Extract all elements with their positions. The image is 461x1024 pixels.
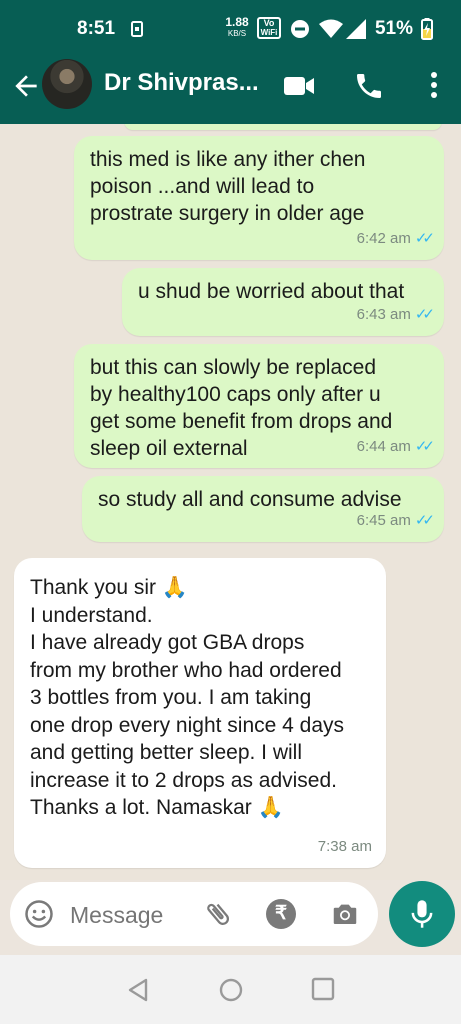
message-time: 6:43 am — [356, 306, 411, 323]
message-time: 6:42 am — [356, 230, 411, 247]
message-time: 6:44 am — [356, 438, 411, 455]
message-bubble[interactable]: this med is like any ither chen poison .… — [74, 136, 444, 260]
message-bubble[interactable]: but this can slowly be replaced by healt… — [74, 344, 444, 468]
back-arrow-icon[interactable] — [10, 70, 42, 102]
message-bubble[interactable]: so study all and consume advise 6:45 am ✓… — [82, 476, 444, 542]
vowifi-icon: Vo WiFi — [257, 17, 281, 39]
message-meta: 6:44 am ✓✓ — [356, 433, 435, 460]
mic-button[interactable] — [389, 881, 455, 947]
message-meta: 7:38 am — [318, 833, 372, 860]
message-meta: 6:45 am ✓✓ — [356, 507, 435, 534]
net-speed-value: 1.88 — [225, 15, 249, 29]
message-text: this med is like any ither chen poison .… — [90, 148, 366, 225]
message-meta: 6:43 am ✓✓ — [356, 301, 435, 328]
dnd-icon — [291, 20, 309, 38]
battery-charging-icon — [421, 18, 433, 40]
message-text: Thank you sir 🙏 I understand. I have alr… — [30, 576, 345, 819]
nav-home-icon[interactable] — [218, 977, 244, 1003]
nav-back-icon[interactable] — [126, 977, 150, 1003]
signal-icon — [346, 19, 366, 39]
read-ticks-icon: ✓✓ — [414, 230, 435, 247]
nav-recents-icon[interactable] — [311, 977, 335, 1001]
message-meta: 6:42 am ✓✓ — [356, 225, 435, 252]
more-vert-icon[interactable] — [418, 70, 450, 102]
camera-icon[interactable] — [329, 899, 361, 929]
screen-record-icon — [131, 21, 143, 37]
read-ticks-icon: ✓✓ — [414, 512, 435, 529]
read-ticks-icon: ✓✓ — [414, 438, 435, 455]
message-bubble-partial — [124, 124, 442, 130]
message-time: 6:45 am — [356, 512, 411, 529]
message-bubble[interactable]: u shud be worried about that 6:43 am ✓✓ — [122, 268, 444, 336]
attach-icon[interactable] — [203, 899, 233, 929]
emoji-icon[interactable] — [24, 899, 54, 929]
message-composer[interactable]: ₹ — [10, 882, 378, 946]
mic-icon — [411, 900, 433, 928]
chat-header: Dr Shivpras... — [0, 56, 461, 124]
net-speed: 1.88 KB/S — [224, 15, 250, 39]
system-nav-bar — [0, 955, 461, 1024]
contact-name[interactable]: Dr Shivpras... — [104, 69, 259, 97]
video-call-icon[interactable] — [283, 70, 315, 102]
read-ticks-icon: ✓✓ — [414, 306, 435, 323]
status-time: 8:51 — [77, 18, 116, 39]
message-bubble-incoming[interactable]: Thank you sir 🙏 I understand. I have alr… — [14, 558, 386, 868]
rupee-payment-icon[interactable]: ₹ — [266, 899, 296, 929]
net-speed-unit: KB/S — [227, 29, 247, 38]
avatar[interactable] — [42, 59, 92, 109]
message-time: 7:38 am — [317, 838, 372, 855]
wifi-icon — [319, 19, 343, 38]
status-bar: 8:51 1.88 KB/S Vo WiFi 51% — [0, 0, 461, 56]
battery-percent: 51% — [374, 18, 413, 39]
chat-area[interactable]: this med is like any ither chen poison .… — [0, 124, 461, 880]
phone-icon[interactable] — [353, 70, 385, 102]
message-input[interactable] — [68, 896, 202, 934]
